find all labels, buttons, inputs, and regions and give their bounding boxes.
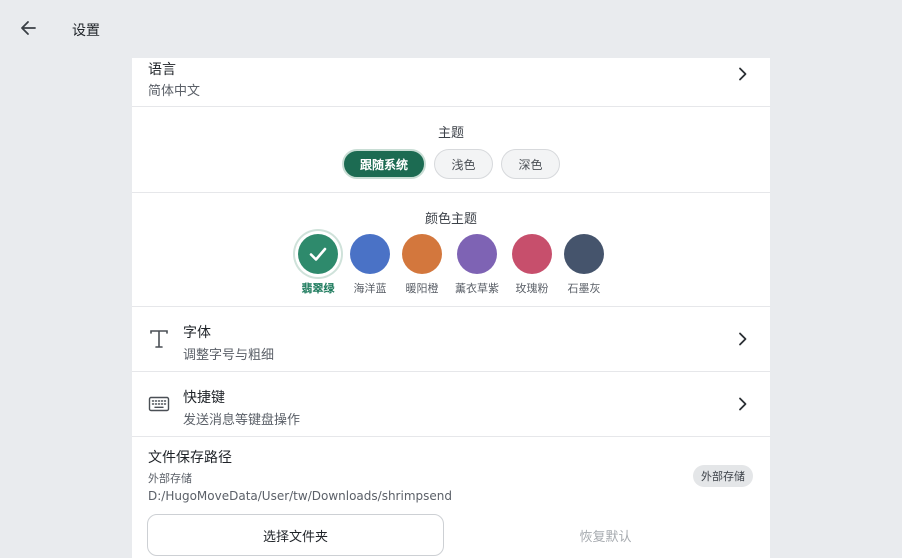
- page-title: 设置: [72, 23, 100, 39]
- choose-folder-button[interactable]: 选择文件夹: [147, 514, 444, 556]
- color-theme-label: 颜色主题: [424, 212, 477, 227]
- theme-label: 主题: [437, 126, 464, 141]
- chevron-right-icon: [739, 67, 747, 81]
- reset-default-button[interactable]: 恢复默认: [457, 514, 754, 556]
- shortcut-subtitle: 发送消息等键盘操作: [183, 413, 301, 428]
- back-button[interactable]: [16, 16, 40, 40]
- theme-option-dark[interactable]: 深色: [501, 149, 560, 179]
- shortcut-title: 快捷键: [183, 390, 225, 406]
- theme-option-light[interactable]: 浅色: [434, 149, 493, 179]
- save-path-value: D:/HugoMoveData/User/tw/Downloads/shrimp…: [148, 489, 452, 503]
- color-swatch[interactable]: [350, 234, 390, 274]
- chevron-right-icon: [739, 332, 747, 346]
- color-swatch-label: 石墨灰: [567, 282, 601, 295]
- color-swatch-label: 玫瑰粉: [515, 282, 549, 295]
- font-subtitle: 调整字号与粗细: [183, 348, 275, 363]
- top-bar: 设置: [0, 0, 902, 58]
- text-t-icon: [150, 330, 168, 348]
- color-swatch[interactable]: [564, 234, 604, 274]
- settings-panel: 语言 简体中文 主题 跟随系统 浅色 深色 颜色主题 翡翠绿 海洋蓝 暖阳橙 薰衣草紫…: [132, 58, 770, 558]
- color-theme-setting: 颜色主题 翡翠绿 海洋蓝 暖阳橙 薰衣草紫 玫瑰粉 石墨灰: [132, 193, 770, 307]
- save-path-setting: 文件保存路径 外部存储 D:/HugoMoveData/User/tw/Down…: [132, 437, 770, 558]
- color-swatch[interactable]: [512, 234, 552, 274]
- color-swatch-label: 暖阳橙: [405, 282, 439, 295]
- language-title: 语言: [148, 62, 176, 78]
- chevron-right-icon: [739, 397, 747, 411]
- arrow-left-icon: [21, 21, 36, 35]
- save-path-title: 文件保存路径: [148, 450, 232, 466]
- theme-option-system[interactable]: 跟随系统: [342, 149, 426, 179]
- font-setting[interactable]: 字体 调整字号与粗细: [132, 307, 770, 372]
- color-swatch[interactable]: [298, 234, 338, 274]
- color-swatch[interactable]: [402, 234, 442, 274]
- color-swatch-label: 薰衣草紫: [455, 282, 499, 295]
- keyboard-icon: [148, 396, 170, 412]
- check-icon: [309, 247, 327, 261]
- font-title: 字体: [183, 325, 211, 341]
- color-swatch-label: 翡翠绿: [301, 282, 335, 295]
- storage-badge: 外部存储: [693, 465, 753, 487]
- color-swatch-label: 海洋蓝: [353, 282, 387, 295]
- storage-type-label: 外部存储: [148, 472, 192, 485]
- color-swatch[interactable]: [457, 234, 497, 274]
- language-setting[interactable]: 语言 简体中文: [132, 58, 770, 107]
- theme-setting: 主题 跟随系统 浅色 深色: [132, 107, 770, 193]
- language-value: 简体中文: [148, 84, 201, 99]
- shortcut-setting[interactable]: 快捷键 发送消息等键盘操作: [132, 372, 770, 437]
